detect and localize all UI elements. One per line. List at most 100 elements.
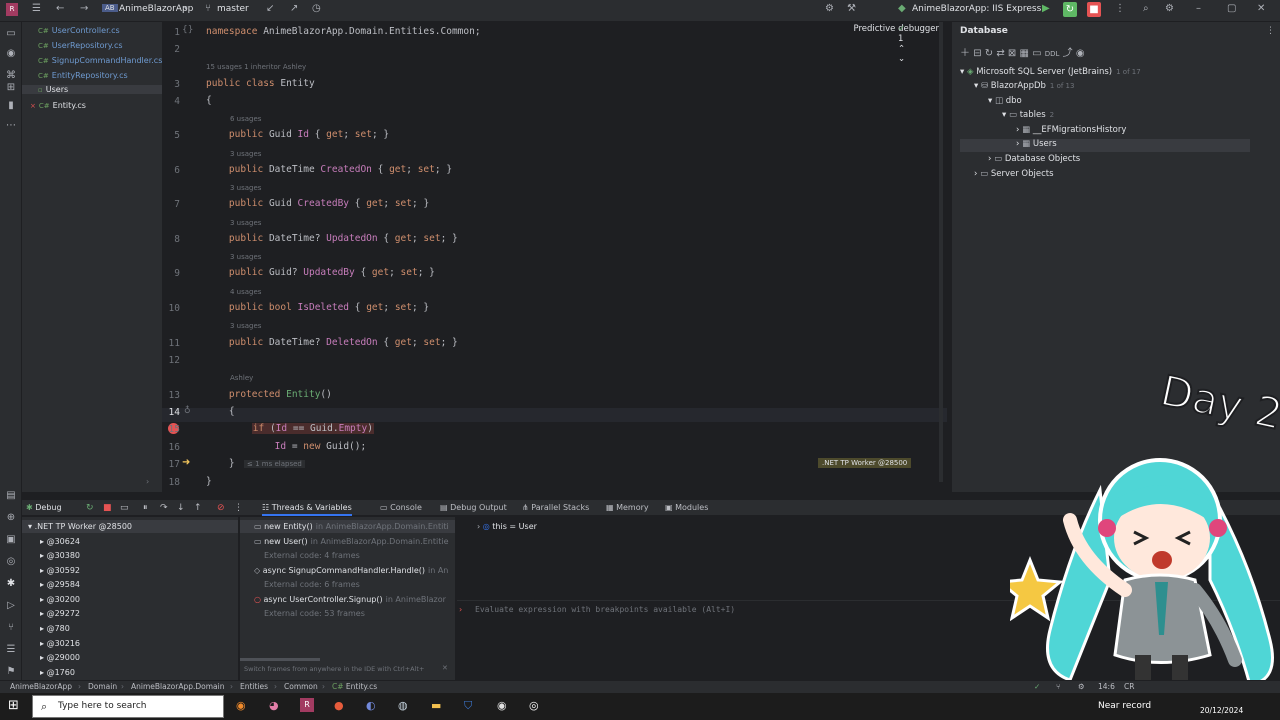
bookmarks-icon[interactable]: ▮ [5, 100, 17, 111]
debug-tab[interactable]: ✱ Debug [26, 503, 62, 512]
thread-item[interactable]: ▸ @780 [40, 624, 70, 633]
usages-hint[interactable]: 3 usages [230, 184, 261, 192]
explorer-icon[interactable]: ⌘ [5, 70, 17, 81]
file-item-active[interactable]: × C# Entity.cs [30, 101, 86, 110]
settings-icon[interactable]: ⚙ [1165, 3, 1174, 14]
tool-status-icon[interactable]: ⚙ [1078, 682, 1085, 691]
back-icon[interactable]: ← [56, 3, 64, 14]
history-icon[interactable]: ◷ [312, 3, 321, 14]
run-tool-icon[interactable]: ▷ [5, 600, 17, 611]
frame-external[interactable]: External code: 6 frames [264, 580, 360, 589]
step-over-icon[interactable]: ↷ [160, 503, 168, 513]
thread-item[interactable]: ▸ @30624 [40, 537, 80, 546]
thread-item[interactable]: ▸ @29000 [40, 653, 80, 662]
bitwarden-icon[interactable]: ⛉ [464, 699, 472, 713]
thread-item[interactable]: ▸ @30380 [40, 551, 80, 560]
commit-icon[interactable]: ◉ [5, 48, 17, 59]
taskbar-search-input[interactable]: Type here to search [58, 701, 146, 711]
code-line[interactable]: public class Entity [206, 78, 315, 89]
thread-item[interactable]: ▸ @1760 [40, 668, 75, 677]
tab-debug-output[interactable]: ▤ Debug Output [440, 503, 507, 512]
thread-item[interactable]: ▸ @30592 [40, 566, 80, 575]
frame-item-active[interactable]: ▭ new Entity() in AnimeBlazorApp.Domain.E… [254, 522, 449, 531]
vcs-update-icon[interactable]: ↙ [266, 3, 274, 14]
firefox-icon[interactable]: ◉ [236, 699, 246, 712]
code-line[interactable]: public Guid? UpdatedBy { get; set; } [206, 267, 435, 278]
step-into-icon[interactable]: ↓ [177, 503, 185, 513]
close-tab-icon[interactable]: × [30, 102, 36, 110]
todo-icon[interactable]: ☰ [5, 644, 17, 655]
rider-taskbar-icon[interactable]: R [300, 698, 314, 712]
code-line[interactable]: Id = new Guid(); [206, 441, 367, 452]
pause-icon[interactable]: ⏸ [143, 503, 148, 513]
file-item[interactable]: C# UserRepository.cs [38, 41, 123, 50]
tree-node-table-selected[interactable]: › ▦ Users [960, 139, 1250, 152]
code-line[interactable]: if (Id == Guid.Empty) [206, 423, 374, 434]
maximize-icon[interactable]: ▢ [1227, 3, 1236, 14]
rerun-icon[interactable]: ↻ [86, 503, 94, 513]
step-out-icon[interactable]: ↑ [194, 503, 202, 513]
run-configuration-selector[interactable]: AnimeBlazorApp: IIS Express [912, 4, 1041, 14]
more-icon[interactable]: ⋮ [234, 503, 243, 513]
debug-tools-icon[interactable]: ⚙ [825, 3, 834, 14]
code-line[interactable]: public DateTime CreatedOn { get; set; } [206, 164, 452, 175]
tree-node-schema[interactable]: ▾ ◫ dbo [988, 96, 1022, 106]
tree-node-table[interactable]: › ▦ __EFMigrationsHistory [1016, 125, 1126, 135]
code-line[interactable]: } [206, 476, 212, 487]
steam-icon[interactable]: ◍ [398, 699, 408, 712]
usages-hint[interactable]: 3 usages [230, 322, 261, 330]
chevron-down-icon[interactable]: ▾ [184, 4, 188, 12]
code-line[interactable]: public bool IsDeleted { get; set; } [206, 302, 429, 313]
frame-item[interactable]: ◇ async SignupCommandHandler.Handle() in … [254, 566, 448, 575]
more-actions-icon[interactable]: ⋮ [1115, 3, 1125, 14]
tree-node-tables[interactable]: ▾ ▭ tables 2 [1002, 110, 1054, 120]
inspection-ok-icon[interactable]: ✓ [1034, 682, 1040, 691]
taskbar-search[interactable]: ⌕ Type here to search [32, 695, 224, 718]
tab-threads-variables[interactable]: ☷ Threads & Variables [262, 503, 352, 516]
author-hint[interactable]: Ashley [230, 374, 253, 382]
breadcrumb-item[interactable]: Common [284, 682, 318, 691]
hammer-icon[interactable]: ⚒ [847, 3, 856, 14]
code-line[interactable]: protected Entity() [206, 389, 332, 400]
usages-hint[interactable]: 4 usages [230, 288, 261, 296]
tree-node-server[interactable]: ▾ ◈ Microsoft SQL Server (JetBrains) 1 of… [960, 67, 1141, 77]
disconnect-icon[interactable]: ⊠ [1008, 48, 1016, 59]
obs-icon[interactable]: ◎ [529, 699, 539, 712]
refresh-icon[interactable]: ↻ [985, 48, 993, 59]
code-line[interactable]: public DateTime? UpdatedOn { get; set; } [206, 233, 458, 244]
cursor-position[interactable]: 14:6 [1098, 682, 1115, 691]
view-breakpoints-icon[interactable]: ▭ [120, 503, 129, 513]
breadcrumb-item[interactable]: C# Entity.cs [332, 682, 377, 691]
thread-badge[interactable]: .NET TP Worker @28500 [818, 458, 912, 468]
thread-item-active[interactable]: ▾ .NET TP Worker @28500 [28, 522, 132, 531]
structure-icon[interactable]: ⊞ [5, 82, 17, 93]
github-icon[interactable]: ◉ [497, 699, 507, 712]
code-line[interactable]: { [206, 95, 212, 106]
branch-selector[interactable]: master [217, 4, 249, 14]
close-hint-icon[interactable]: ✕ [442, 664, 448, 672]
usages-hint[interactable]: 6 usages [230, 115, 261, 123]
minimize-icon[interactable]: – [1196, 3, 1201, 14]
file-explorer-icon[interactable]: ▬ [431, 699, 441, 712]
notifications-icon[interactable]: ⚑ [5, 666, 17, 677]
app-icon[interactable]: ◕ [269, 699, 279, 712]
windows-start-icon[interactable]: ⊞ [8, 698, 19, 713]
folder-icon[interactable]: ▭ [5, 28, 17, 39]
variable-this[interactable]: › ◎ this = User [477, 522, 537, 531]
vcs-push-icon[interactable]: ↗ [290, 3, 298, 14]
tab-modules[interactable]: ▣ Modules [665, 503, 708, 512]
thread-item[interactable]: ▸ @29584 [40, 580, 80, 589]
frames-scrollbar[interactable] [240, 658, 320, 661]
more-tools-icon[interactable]: ⋯ [5, 120, 17, 131]
editor-scrollbar[interactable] [939, 22, 943, 482]
code-line[interactable]: namespace AnimeBlazorApp.Domain.Entities… [206, 26, 481, 37]
problems-icon[interactable]: ⊕ [5, 512, 17, 523]
endpoints-icon[interactable]: ◎ [5, 556, 17, 567]
usages-hint[interactable]: 3 usages [230, 253, 261, 261]
code-line[interactable]: public DateTime? DeletedOn { get; set; } [206, 337, 458, 348]
tree-node-database[interactable]: ▾ ⛁ BlazorAppDb 1 of 13 [974, 81, 1074, 91]
filter-icon[interactable]: ◉ [1076, 48, 1085, 59]
collapse-icon[interactable]: › [146, 477, 149, 486]
line-separator[interactable]: CR [1124, 682, 1134, 691]
terminal-icon[interactable]: ▣ [5, 534, 17, 545]
